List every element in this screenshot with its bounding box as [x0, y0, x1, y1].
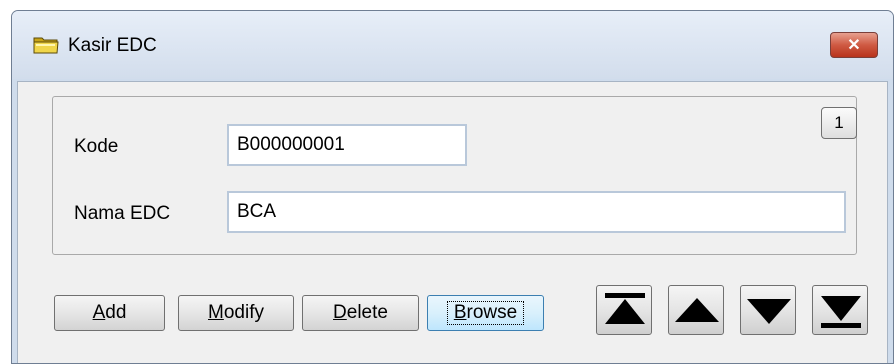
kode-label: Kode [74, 136, 119, 157]
close-icon: ✕ [847, 37, 861, 54]
add-button-label: Add [93, 302, 127, 324]
browse-button[interactable]: Browse [427, 295, 544, 331]
next-record-icon [747, 299, 791, 324]
kode-field[interactable] [227, 124, 467, 166]
last-record-button[interactable] [812, 285, 868, 335]
nama-edc-field[interactable] [227, 191, 846, 233]
delete-mnemonic: D [333, 302, 347, 323]
modify-mnemonic: M [208, 302, 224, 323]
last-record-icon [821, 296, 861, 328]
modify-button-label: Modify [208, 302, 264, 324]
browse-button-label: Browse [446, 301, 525, 325]
modify-rest: odify [223, 302, 264, 323]
add-mnemonic: A [92, 302, 106, 323]
next-record-button[interactable] [740, 285, 796, 335]
add-button[interactable]: Add [54, 295, 165, 331]
delete-button-label: Delete [333, 302, 388, 324]
modify-button[interactable]: Modify [178, 295, 294, 331]
close-button[interactable]: ✕ [830, 32, 878, 58]
add-rest: dd [105, 302, 127, 323]
previous-record-button[interactable] [668, 285, 724, 335]
previous-record-icon [675, 298, 719, 322]
client-area: 1 Kode Nama EDC Add Modify Delete Browse [17, 81, 888, 363]
nama-edc-label: Nama EDC [74, 203, 171, 224]
record-number: 1 [834, 113, 844, 132]
first-record-icon [605, 293, 645, 324]
delete-button[interactable]: Delete [302, 295, 419, 331]
browse-rest: rowse [466, 302, 518, 323]
title-bar[interactable]: Kasir EDC ✕ [12, 11, 893, 79]
record-number-badge: 1 [821, 107, 857, 139]
first-record-button[interactable] [596, 285, 652, 335]
form-group: 1 Kode Nama EDC [52, 96, 857, 255]
folder-icon [33, 37, 59, 54]
browse-mnemonic: B [453, 302, 467, 323]
delete-rest: elete [346, 302, 388, 323]
kasir-edc-window: Kasir EDC ✕ 1 Kode Nama EDC Add Modify D… [11, 10, 894, 364]
window-title: Kasir EDC [68, 35, 157, 56]
